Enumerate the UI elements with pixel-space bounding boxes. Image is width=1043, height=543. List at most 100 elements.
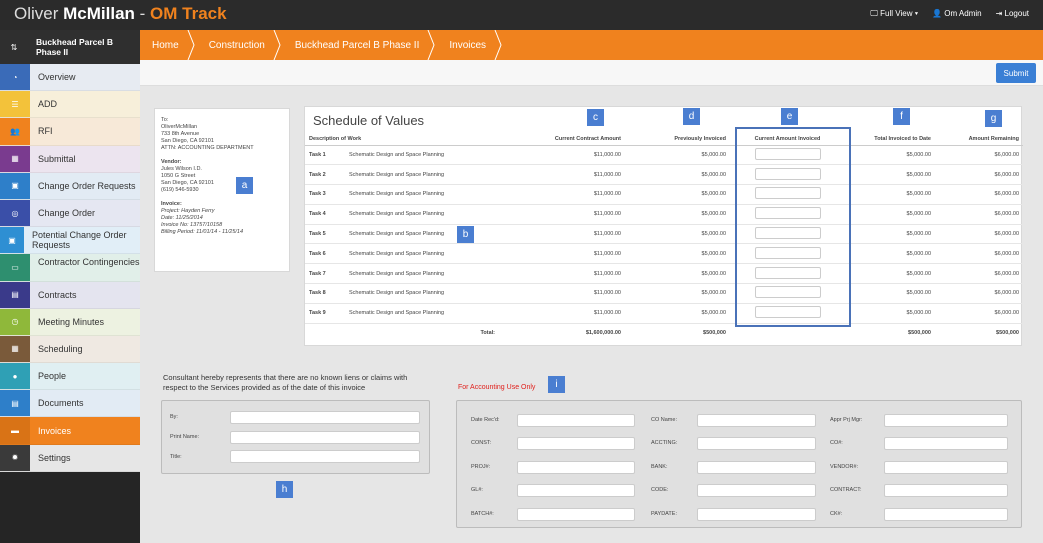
money-icon: ▭: [0, 254, 30, 281]
chevron-right-icon: [427, 30, 435, 60]
accounting-input-bank[interactable]: [697, 460, 816, 474]
accounting-input-contract[interactable]: [884, 484, 1008, 498]
accounting-panel: Date Rec'd: CONST: PROJ#: GL#: BATCH#: CO Nam…: [456, 400, 1022, 528]
accounting-input-co[interactable]: [884, 437, 1008, 451]
total-to-date-cell: $5,000.00: [845, 283, 935, 304]
print-name-input[interactable]: [230, 431, 420, 444]
accounting-input-paydate[interactable]: [697, 507, 816, 521]
col-amount-remaining: Amount Remaining: [935, 133, 1023, 146]
accounting-input-const[interactable]: [517, 437, 635, 451]
amount-remaining-cell: $6,000.00: [935, 164, 1023, 186]
accounting-input-accting[interactable]: [697, 437, 816, 451]
breadcrumb-label: Home: [152, 39, 179, 51]
sidebar-item-submittal[interactable]: ▦ Submittal: [0, 145, 140, 173]
badge-h: h: [276, 481, 293, 498]
col-total-to-date: Total Invoiced to Date: [845, 133, 935, 146]
current-amount-highlight: [735, 127, 851, 327]
accounting-input-ck[interactable]: [884, 507, 1008, 521]
sidebar-item-overview[interactable]: ◔ Overview: [0, 64, 140, 92]
sidebar-item-contractor-contingencies[interactable]: ▭ Contractor Contingencies: [0, 254, 140, 282]
badge-e: e: [781, 108, 798, 125]
description-cell: Schematic Design and Space Planning: [345, 224, 515, 245]
accounting-label: ACCTING:: [651, 440, 678, 447]
total-label: Total:: [480, 330, 495, 337]
accounting-input-batch[interactable]: [517, 507, 635, 521]
accounting-input-date-rec-d[interactable]: [517, 414, 635, 427]
submit-button[interactable]: Submit: [996, 63, 1036, 83]
total-previous: $500,000: [703, 330, 726, 337]
user-menu[interactable]: 👤 Om Admin: [932, 9, 982, 19]
sidebar-item-contracts[interactable]: ▤ Contracts: [0, 281, 140, 309]
description-cell: Schematic Design and Space Planning: [345, 184, 515, 205]
accounting-label: Appr Prj Mgr:: [830, 417, 863, 423]
to-line: ATTN: ACCOUNTING DEPARTMENT: [161, 145, 254, 151]
to-line: OliverMcMillan: [161, 124, 198, 130]
sidebar-item-documents[interactable]: ▤ Documents: [0, 390, 140, 418]
badge-i: i: [548, 376, 565, 393]
amount-remaining-cell: $6,000.00: [935, 303, 1023, 324]
title-input[interactable]: [230, 450, 420, 463]
breadcrumb: Home Construction Buckhead Parcel B Phase …: [140, 30, 1043, 60]
sidebar-item-change-order-requests[interactable]: ▣ Change Order Requests: [0, 172, 140, 200]
accounting-input-proj[interactable]: [517, 460, 635, 474]
sidebar-item-scheduling[interactable]: ▦ Scheduling: [0, 335, 140, 364]
invoice-line: Invoice No: 13757/10158: [161, 222, 223, 228]
globe-icon: ◎: [0, 199, 30, 227]
to-label: To:: [161, 117, 169, 123]
app-title-separator: -: [134, 4, 151, 23]
sidebar-item-people[interactable]: ● People: [0, 363, 140, 391]
total-to-date-cell: $5,000.00: [845, 263, 935, 285]
accounting-label: CODE:: [651, 487, 669, 494]
breadcrumb-item-invoices[interactable]: Invoices: [437, 30, 502, 60]
sidebar-item-label: Submittal: [38, 153, 76, 164]
description-cell: Schematic Design and Space Planning: [345, 283, 515, 304]
logout-link[interactable]: ⇥ Logout: [996, 9, 1029, 19]
amount-remaining-cell: $6,000.00: [935, 184, 1023, 205]
sidebar-item-label: Settings: [38, 452, 71, 463]
to-line: San Diego, CA 92101: [161, 138, 214, 144]
breadcrumb-label: Buckhead Parcel B Phase II: [294, 39, 420, 51]
sidebar-project-header[interactable]: ⇅ Buckhead Parcel B Phase II: [0, 30, 140, 64]
consultant-signature-panel: By: Print Name: Title:: [161, 400, 430, 474]
breadcrumb-item-construction[interactable]: Construction: [197, 30, 281, 60]
vendor-label: Vendor:: [161, 159, 182, 165]
app-title: Oliver McMillan - OM Track: [14, 4, 227, 24]
invoice-label: Invoice:: [161, 201, 182, 207]
invoice-icon: ▬: [0, 417, 30, 444]
accounting-input-gl[interactable]: [517, 484, 635, 498]
contract-amount-cell: $11,000.00: [515, 283, 625, 304]
title-label: Title:: [170, 454, 182, 460]
sidebar-item-settings[interactable]: ✹ Settings: [0, 444, 140, 472]
sidebar-item-rfi[interactable]: 👥 RFI: [0, 118, 140, 146]
description-cell: Schematic Design and Space Planning: [345, 243, 515, 265]
invoice-line: Date: 11/25/2014: [161, 215, 203, 221]
sidebar-item-meeting-minutes[interactable]: ◷ Meeting Minutes: [0, 308, 140, 336]
accounting-input-appr-prj-mgr[interactable]: [884, 414, 1008, 427]
table-row: Task 1 Schematic Design and Space Plannin…: [305, 145, 1023, 166]
person-icon: ●: [0, 363, 30, 390]
badge-a: a: [236, 177, 253, 194]
people-icon: 👥: [0, 118, 30, 145]
by-input[interactable]: [230, 411, 420, 424]
description-cell: Schematic Design and Space Planning: [345, 164, 515, 186]
badge-f: f: [893, 108, 910, 125]
accounting-input-co-name[interactable]: [697, 414, 816, 427]
sidebar-item-invoices[interactable]: ▬ Invoices: [0, 417, 140, 445]
sidebar-item-change-order[interactable]: ◎ Change Order: [0, 199, 140, 228]
sidebar-item-label: Invoices: [38, 425, 72, 436]
accounting-input-vendor[interactable]: [884, 460, 1008, 474]
sidebar-item-potential-change-order-requests[interactable]: ▣ Potential Change Order Requests: [0, 227, 140, 255]
sidebar-item-add[interactable]: ☰ ADD: [0, 91, 140, 119]
full-view-dropdown[interactable]: 🖵 Full View ▾: [870, 9, 918, 19]
accounting-input-code[interactable]: [697, 484, 816, 498]
accounting-label: PAYDATE:: [651, 510, 677, 517]
previously-invoiced-cell: $5,000.00: [625, 204, 730, 225]
task-cell: Task 8: [305, 283, 345, 304]
task-cell: Task 6: [305, 243, 345, 265]
accounting-label: PROJ#:: [471, 463, 491, 470]
to-line: 733 8th Avenue: [161, 131, 200, 137]
breadcrumb-item-buckhead-parcel-b-phase-ii[interactable]: Buckhead Parcel B Phase II: [283, 30, 435, 60]
total-to-date-cell: $5,000.00: [845, 243, 935, 265]
app-title-prefix: Oliver: [14, 4, 64, 23]
breadcrumb-item-home[interactable]: Home: [140, 30, 195, 60]
